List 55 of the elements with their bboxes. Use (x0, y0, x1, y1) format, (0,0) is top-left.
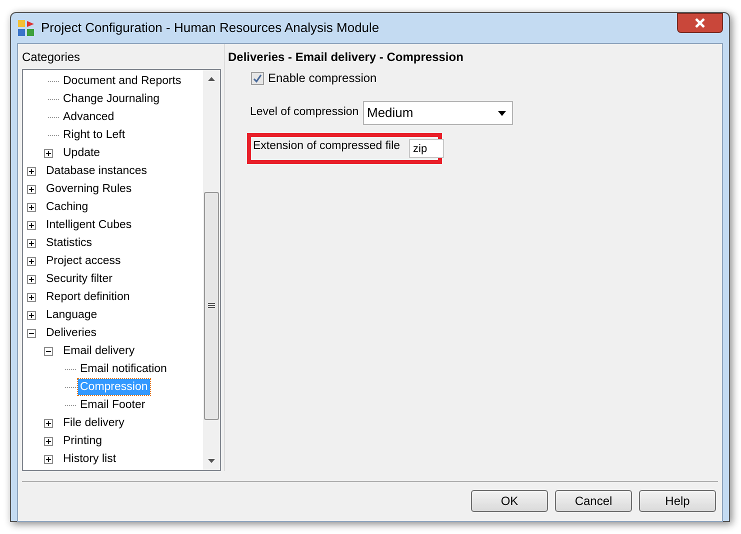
expand-icon[interactable] (27, 220, 36, 230)
extension-field[interactable]: zip (409, 139, 444, 158)
tree-item[interactable]: Project access (44, 253, 123, 269)
tree-item[interactable]: History list (61, 451, 118, 467)
dialog-button[interactable]: Help (639, 490, 716, 512)
level-dropdown[interactable]: Medium (363, 101, 513, 125)
collapse-icon[interactable] (27, 328, 36, 338)
scroll-thumb[interactable] (204, 192, 219, 420)
categories-label: Categories (22, 49, 82, 66)
panel-heading: Deliveries - Email delivery - Compression (228, 49, 464, 66)
tree-item[interactable]: Email delivery (61, 343, 137, 359)
tree-item[interactable]: Report definition (44, 289, 132, 305)
tree-item[interactable]: Security filter (44, 271, 114, 287)
check-icon (253, 74, 262, 82)
expand-icon[interactable] (27, 184, 36, 194)
tree-item[interactable]: File delivery (61, 415, 126, 431)
tree-item[interactable]: Change Journaling (61, 91, 162, 107)
field-label: Extension of compressed file (253, 138, 400, 154)
close-button[interactable] (677, 13, 723, 33)
tree-item[interactable]: Email notification (78, 361, 169, 377)
tree-item[interactable]: Database instances (44, 163, 150, 179)
tree-item[interactable]: Caching (44, 199, 90, 215)
dialog-button[interactable]: Cancel (555, 490, 632, 512)
tree-item[interactable]: Language (44, 307, 100, 323)
field-label: Level of compression (250, 105, 360, 120)
expand-icon[interactable] (44, 418, 53, 428)
tree-item[interactable]: Intelligent Cubes (44, 217, 134, 233)
expand-icon[interactable] (27, 256, 36, 266)
expand-icon[interactable] (27, 166, 36, 176)
expand-icon[interactable] (27, 292, 36, 302)
collapse-icon[interactable] (44, 346, 53, 356)
scrollbar[interactable] (203, 70, 220, 470)
expand-icon[interactable] (27, 310, 36, 320)
tree-item[interactable]: Printing (61, 433, 104, 449)
expand-icon[interactable] (27, 274, 36, 284)
window-title: Project Configuration - Human Resources Analysis Module (41, 19, 380, 38)
expand-icon[interactable] (27, 202, 36, 212)
close-icon (694, 18, 706, 28)
tree-item[interactable]: Update (61, 145, 102, 161)
tree-item[interactable]: Right to Left (61, 127, 128, 143)
tree-item[interactable]: Governing Rules (44, 181, 134, 197)
checkbox-label: Enable compression (268, 70, 377, 87)
app-icon (17, 19, 35, 37)
expand-icon[interactable] (44, 436, 53, 446)
tree-item[interactable]: Statistics (44, 235, 94, 251)
grip-icon (208, 303, 215, 309)
expand-icon[interactable] (27, 238, 36, 248)
tree-item[interactable]: Advanced (61, 109, 116, 125)
expand-icon[interactable] (44, 148, 53, 158)
tree-item[interactable]: Email Footer (78, 397, 148, 413)
dropdown-arrow-icon (498, 110, 506, 116)
dialog-button[interactable]: OK (471, 490, 548, 512)
tree-item[interactable]: Deliveries (44, 325, 98, 341)
expand-icon[interactable] (44, 454, 53, 464)
tree-item[interactable]: Document and Reports (61, 73, 184, 89)
